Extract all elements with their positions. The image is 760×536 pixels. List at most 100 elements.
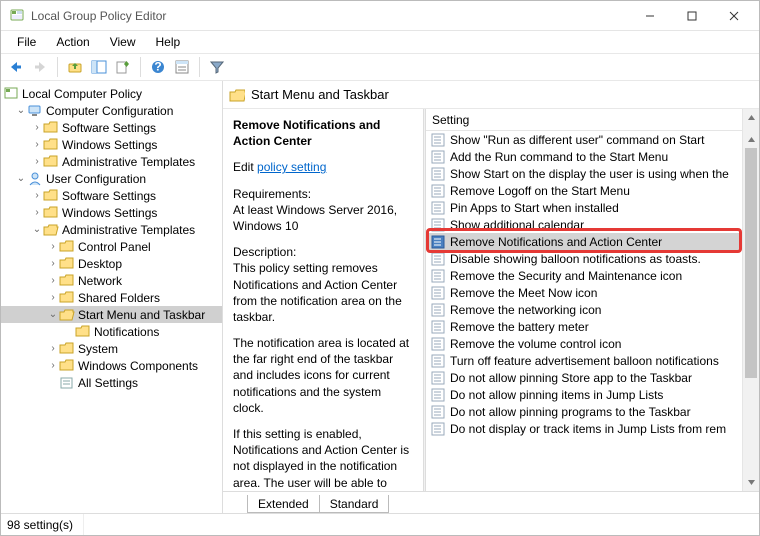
setting-label: Remove Logoff on the Start Menu <box>450 184 630 198</box>
policy-setting-icon <box>430 336 446 352</box>
tree-label: Desktop <box>78 257 122 271</box>
tree-item[interactable]: ›Control Panel <box>1 238 222 255</box>
tree-start-menu-taskbar[interactable]: ⌄ Start Menu and Taskbar <box>1 306 222 323</box>
setting-label: Remove the volume control icon <box>450 337 621 351</box>
policy-setting-icon <box>430 268 446 284</box>
expand-icon[interactable]: ⌄ <box>15 173 27 184</box>
folder-open-icon <box>43 222 59 238</box>
expand-icon[interactable]: › <box>47 258 59 269</box>
tree-item[interactable]: ›System <box>1 340 222 357</box>
back-button[interactable] <box>5 56 27 78</box>
tree-label: Notifications <box>94 325 159 339</box>
policy-setting-icon <box>430 370 446 386</box>
policy-setting-icon <box>430 387 446 403</box>
window-buttons <box>629 1 755 30</box>
tree-root[interactable]: Local Computer Policy <box>1 85 222 102</box>
expand-icon[interactable]: › <box>31 122 43 133</box>
menu-help[interactable]: Help <box>146 33 191 51</box>
tree-item[interactable]: ›Windows Settings <box>1 136 222 153</box>
setting-row[interactable]: Remove the Meet Now icon <box>426 284 759 301</box>
setting-row[interactable]: Remove the battery meter <box>426 318 759 335</box>
expand-icon[interactable]: ⌄ <box>31 224 43 235</box>
tab-extended[interactable]: Extended <box>247 495 320 513</box>
tree-item[interactable]: › Desktop <box>1 255 222 272</box>
setting-row[interactable]: Add the Run command to the Start Menu <box>426 148 759 165</box>
setting-row[interactable]: Do not allow pinning items in Jump Lists <box>426 386 759 403</box>
tree-pane[interactable]: Local Computer Policy ⌄ Computer Configu… <box>1 81 223 513</box>
tree-user-configuration[interactable]: ⌄ User Configuration <box>1 170 222 187</box>
setting-row[interactable]: Show additional calendar <box>426 216 759 233</box>
tree-item[interactable]: ›Network <box>1 272 222 289</box>
tab-standard[interactable]: Standard <box>320 495 390 513</box>
close-button[interactable] <box>713 1 755 30</box>
toolbar-separator <box>57 57 58 77</box>
expand-icon[interactable]: ⌄ <box>47 309 59 320</box>
edit-policy-link[interactable]: policy setting <box>257 160 326 174</box>
tree-all-settings[interactable]: All Settings <box>1 374 222 391</box>
expand-icon[interactable]: › <box>47 343 59 354</box>
setting-row[interactable]: Do not allow pinning Store app to the Ta… <box>426 369 759 386</box>
expand-icon[interactable]: › <box>31 139 43 150</box>
setting-row[interactable]: Remove the Security and Maintenance icon <box>426 267 759 284</box>
tree-item[interactable]: ›Administrative Templates <box>1 153 222 170</box>
maximize-button[interactable] <box>671 1 713 30</box>
expand-icon[interactable]: ⌄ <box>15 105 27 116</box>
setting-row[interactable]: Remove the volume control icon <box>426 335 759 352</box>
tree-item[interactable]: ›Software Settings <box>1 119 222 136</box>
policy-setting-icon <box>430 217 446 233</box>
list-header[interactable]: Setting <box>426 109 759 131</box>
tree-notifications[interactable]: Notifications <box>1 323 222 340</box>
menu-action[interactable]: Action <box>46 33 99 51</box>
folder-icon <box>43 154 59 170</box>
expand-icon[interactable]: › <box>47 241 59 252</box>
folder-icon <box>59 290 75 306</box>
expand-icon[interactable]: › <box>31 190 43 201</box>
menu-view[interactable]: View <box>100 33 146 51</box>
setting-row[interactable]: Do not display or track items in Jump Li… <box>426 420 759 437</box>
scroll-down-button[interactable] <box>743 474 759 491</box>
setting-row[interactable]: Pin Apps to Start when installed <box>426 199 759 216</box>
setting-row[interactable]: Show "Run as different user" command on … <box>426 131 759 148</box>
setting-row[interactable]: Remove Notifications and Action Center <box>426 233 759 250</box>
show-hide-tree-button[interactable] <box>88 56 110 78</box>
tree-label: Start Menu and Taskbar <box>78 308 205 322</box>
tree-item[interactable]: ›Software Settings <box>1 187 222 204</box>
vertical-scrollbar[interactable] <box>742 131 759 491</box>
filter-button[interactable] <box>206 56 228 78</box>
description: Description:This policy setting removes … <box>233 244 413 325</box>
header-scroll-spacer <box>742 109 759 131</box>
tree-item[interactable]: ›Windows Components <box>1 357 222 374</box>
scroll-up-button[interactable] <box>743 131 759 148</box>
expand-icon[interactable]: › <box>47 360 59 371</box>
setting-label: Show Start on the display the user is us… <box>450 167 729 181</box>
policy-setting-icon <box>430 166 446 182</box>
breadcrumb-text: Start Menu and Taskbar <box>251 87 389 102</box>
tree-computer-configuration[interactable]: ⌄ Computer Configuration <box>1 102 222 119</box>
setting-label: Do not allow pinning programs to the Tas… <box>450 405 691 419</box>
tree-admin-templates[interactable]: ⌄ Administrative Templates <box>1 221 222 238</box>
minimize-button[interactable] <box>629 1 671 30</box>
expand-icon[interactable]: › <box>47 292 59 303</box>
status-count: 98 setting(s) <box>7 514 84 535</box>
forward-button[interactable] <box>29 56 51 78</box>
scroll-thumb[interactable] <box>745 148 757 378</box>
expand-icon[interactable]: › <box>47 275 59 286</box>
list-body[interactable]: Show "Run as different user" command on … <box>426 131 759 491</box>
setting-row[interactable]: Remove the networking icon <box>426 301 759 318</box>
menu-file[interactable]: File <box>7 33 46 51</box>
setting-row[interactable]: Disable showing balloon notifications as… <box>426 250 759 267</box>
tree-item[interactable]: ›Windows Settings <box>1 204 222 221</box>
expand-icon[interactable]: › <box>31 207 43 218</box>
setting-label: Remove the Security and Maintenance icon <box>450 269 682 283</box>
setting-row[interactable]: Turn off feature advertisement balloon n… <box>426 352 759 369</box>
properties-button[interactable] <box>171 56 193 78</box>
policy-setting-icon <box>430 200 446 216</box>
export-button[interactable] <box>112 56 134 78</box>
setting-row[interactable]: Remove Logoff on the Start Menu <box>426 182 759 199</box>
setting-row[interactable]: Show Start on the display the user is us… <box>426 165 759 182</box>
setting-row[interactable]: Do not allow pinning programs to the Tas… <box>426 403 759 420</box>
up-folder-button[interactable] <box>64 56 86 78</box>
tree-item[interactable]: ›Shared Folders <box>1 289 222 306</box>
help-button[interactable]: ? <box>147 56 169 78</box>
expand-icon[interactable]: › <box>31 156 43 167</box>
